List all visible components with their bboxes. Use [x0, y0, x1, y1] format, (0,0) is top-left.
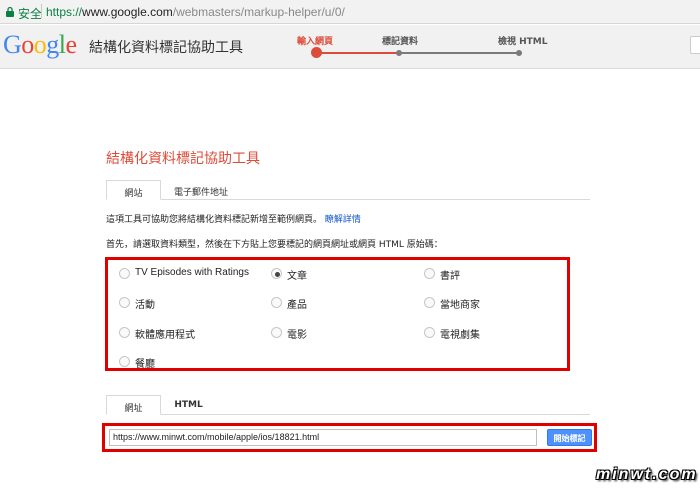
url-scheme: https:// [46, 5, 83, 19]
instruction-text: 首先，請選取資料類型，然後在下方貼上您要標記的網頁網址或網頁 HTML 原始碼： [106, 240, 443, 250]
google-logo[interactable]: Google [3, 30, 77, 60]
progress-stepper: 輸入網頁 標記資料 檢視 HTML [290, 34, 560, 64]
app-title: 結構化資料標記協助工具 [89, 40, 243, 56]
app-header: Google 結構化資料標記協助工具 輸入網頁 標記資料 檢視 HTML [0, 25, 700, 69]
step-connector [396, 52, 522, 54]
source-tabs: 網址 HTML [106, 395, 590, 415]
address-divider [41, 4, 42, 18]
option-label: 餐廳 [135, 359, 155, 370]
step-label-input-page: 輸入網頁 [297, 37, 334, 47]
step-label-view-html: 檢視 HTML [498, 37, 548, 47]
radio-button[interactable] [119, 297, 130, 308]
option-label: 電影 [287, 330, 307, 341]
option-label: TV Episodes with Ratings [135, 267, 249, 278]
address-url[interactable]: https://www.google.com/webmasters/markup… [46, 5, 345, 19]
url-path: /webmasters/markup-helper/u/0/ [172, 5, 345, 19]
secure-label: 安全 [18, 7, 43, 21]
option-label: 電視劇集 [440, 330, 480, 341]
radio-button[interactable] [424, 297, 435, 308]
radio-button[interactable] [424, 268, 435, 279]
data-type-selector: TV Episodes with Ratings 文章 書評 活動 產品 當地商… [105, 257, 570, 371]
url-host: www.google.com [82, 5, 173, 19]
page-title: 結構化資料標記協助工具 [106, 151, 260, 167]
input-type-tabs: 網站 電子郵件地址 [106, 180, 590, 200]
radio-button[interactable] [271, 297, 282, 308]
step-label-tag-data: 標記資料 [382, 37, 419, 47]
tab-html[interactable]: HTML [166, 395, 211, 415]
description-text: 這項工具可協助您將結構化資料標記新增至範例網頁。 [106, 215, 323, 225]
url-input[interactable]: https://www.minwt.com/mobile/apple/ios/1… [109, 429, 537, 446]
browser-address-bar[interactable]: 安全 https://www.google.com/webmasters/mar… [0, 0, 700, 24]
tab-url[interactable]: 網址 [106, 395, 161, 415]
radio-button-selected[interactable] [271, 268, 282, 279]
step-dot [516, 50, 522, 56]
step-connector-done [316, 52, 396, 54]
radio-button[interactable] [271, 327, 282, 338]
radio-button[interactable] [119, 268, 130, 279]
tab-website[interactable]: 網站 [106, 180, 161, 200]
lock-icon [6, 6, 14, 17]
tool-description: 這項工具可協助您將結構化資料標記新增至範例網頁。 瞭解詳情 [106, 212, 361, 225]
radio-button[interactable] [119, 327, 130, 338]
option-label: 書評 [440, 271, 460, 282]
step-dot [396, 50, 402, 56]
learn-more-link[interactable]: 瞭解詳情 [325, 215, 361, 225]
watermark: minwt.com [596, 466, 698, 483]
option-label: 當地商家 [440, 300, 480, 311]
url-entry-area: https://www.minwt.com/mobile/apple/ios/1… [102, 423, 597, 452]
option-label: 活動 [135, 300, 155, 311]
option-label: 文章 [287, 271, 307, 282]
header-menu-button[interactable] [690, 36, 700, 54]
radio-button[interactable] [424, 327, 435, 338]
radio-button[interactable] [119, 356, 130, 367]
option-label: 產品 [287, 300, 307, 311]
start-tagging-button[interactable]: 開始標記 [547, 429, 592, 446]
tab-email[interactable]: 電子郵件地址 [166, 180, 236, 200]
option-label: 軟體應用程式 [135, 330, 195, 341]
step-dot-active [311, 47, 322, 58]
